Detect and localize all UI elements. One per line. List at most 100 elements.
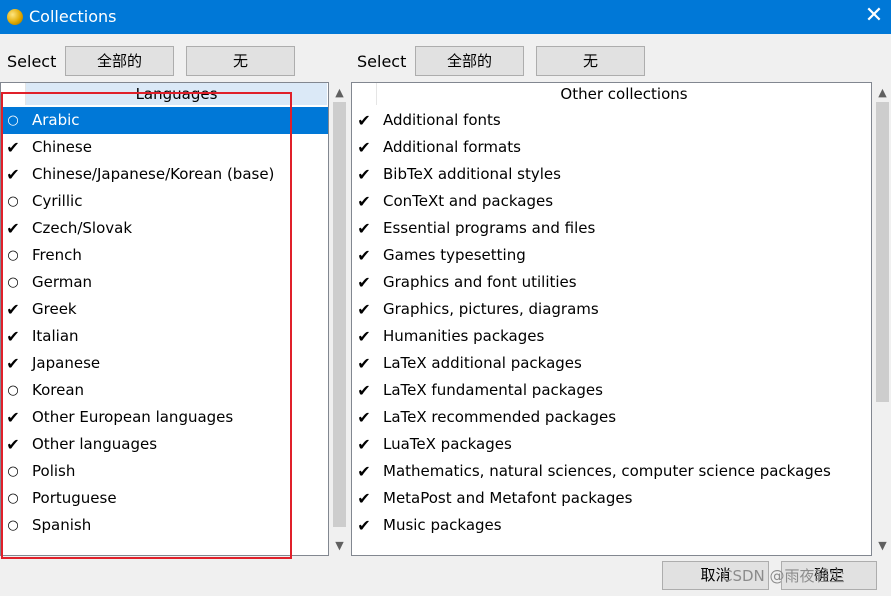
checkmark-icon[interactable]: ✔: [352, 215, 376, 242]
unchecked-circle-icon[interactable]: ○: [1, 458, 25, 485]
unchecked-circle-icon[interactable]: ○: [1, 242, 25, 269]
column-header-spacer: [1, 83, 26, 105]
unchecked-circle-icon[interactable]: ○: [1, 107, 25, 134]
language-item-label: Other European languages: [32, 408, 234, 426]
checkmark-icon[interactable]: ✔: [352, 161, 376, 188]
collection-item-row[interactable]: ✔ LaTeX additional packages: [352, 350, 871, 377]
collection-item-label: MetaPost and Metafont packages: [383, 489, 633, 507]
collection-item-row[interactable]: ✔ Graphics and font utilities: [352, 269, 871, 296]
language-item-label: German: [32, 273, 93, 291]
language-item-row[interactable]: ✔ Greek: [1, 296, 328, 323]
collection-item-label: LaTeX recommended packages: [383, 408, 617, 426]
language-item-row[interactable]: ✔ Czech/Slovak: [1, 215, 328, 242]
checkmark-icon[interactable]: ✔: [352, 269, 376, 296]
checkmark-icon[interactable]: ✔: [352, 431, 376, 458]
collection-item-row[interactable]: ✔ LaTeX recommended packages: [352, 404, 871, 431]
checkmark-icon[interactable]: ✔: [352, 134, 376, 161]
other-collections-listbox[interactable]: Other collections ✔ Additional fonts ✔ Addi…: [351, 82, 872, 556]
language-item-label: Portuguese: [32, 489, 117, 507]
collection-item-row[interactable]: ✔ Games typesetting: [352, 242, 871, 269]
collection-item-label: Essential programs and files: [383, 219, 596, 237]
scroll-up-icon[interactable]: ▲: [874, 84, 891, 101]
language-item-row[interactable]: ✔ Chinese: [1, 134, 328, 161]
scroll-down-icon[interactable]: ▼: [331, 537, 348, 554]
collection-item-row[interactable]: ✔ ConTeXt and packages: [352, 188, 871, 215]
scroll-up-icon[interactable]: ▲: [331, 84, 348, 101]
select-label-other: Select: [357, 52, 407, 71]
unchecked-circle-icon[interactable]: ○: [1, 188, 25, 215]
checkmark-icon[interactable]: ✔: [352, 350, 376, 377]
collection-item-label: LaTeX fundamental packages: [383, 381, 603, 399]
checkmark-icon[interactable]: ✔: [352, 485, 376, 512]
language-item-row[interactable]: ○ Polish: [1, 458, 328, 485]
checkmark-icon[interactable]: ✔: [352, 107, 376, 134]
checkmark-icon[interactable]: ✔: [352, 458, 376, 485]
unchecked-circle-icon[interactable]: ○: [1, 377, 25, 404]
select-none-languages-button[interactable]: 无: [186, 46, 295, 76]
collection-item-row[interactable]: ✔ LuaTeX packages: [352, 431, 871, 458]
checkmark-icon[interactable]: ✔: [1, 161, 25, 188]
checkmark-icon[interactable]: ✔: [1, 431, 25, 458]
collection-item-row[interactable]: ✔ BibTeX additional styles: [352, 161, 871, 188]
checkmark-icon[interactable]: ✔: [352, 188, 376, 215]
language-item-row[interactable]: ○ German: [1, 269, 328, 296]
other-collections-scroll-thumb[interactable]: [876, 102, 889, 402]
collection-item-label: Humanities packages: [383, 327, 545, 345]
language-item-row[interactable]: ○ Spanish: [1, 512, 328, 539]
languages-listbox[interactable]: Languages ○ Arabic ✔ Chinese ✔ Chinese/Japane…: [0, 82, 329, 556]
collection-item-row[interactable]: ✔ Graphics, pictures, diagrams: [352, 296, 871, 323]
watermark: CSDN @雨夜轻尘: [722, 567, 845, 585]
checkmark-icon[interactable]: ✔: [1, 323, 25, 350]
collection-item-row[interactable]: ✔ LaTeX fundamental packages: [352, 377, 871, 404]
checkmark-icon[interactable]: ✔: [352, 404, 376, 431]
language-item-label: Greek: [32, 300, 77, 318]
close-button[interactable]: ✕: [857, 0, 891, 34]
languages-scrollbar[interactable]: ▲ ▼: [331, 82, 348, 556]
other-collections-list: ✔ Additional fonts ✔ Additional formats ✔ Bib…: [352, 107, 871, 539]
checkmark-icon[interactable]: ✔: [1, 404, 25, 431]
checkmark-icon[interactable]: ✔: [352, 377, 376, 404]
collection-item-row[interactable]: ✔ MetaPost and Metafont packages: [352, 485, 871, 512]
language-item-row[interactable]: ✔ Italian: [1, 323, 328, 350]
language-item-label: Chinese: [32, 138, 92, 156]
checkmark-icon[interactable]: ✔: [352, 296, 376, 323]
checkmark-icon[interactable]: ✔: [1, 296, 25, 323]
languages-scroll-thumb[interactable]: [333, 102, 346, 527]
checkmark-icon[interactable]: ✔: [1, 350, 25, 377]
checkmark-icon[interactable]: ✔: [352, 242, 376, 269]
language-item-row[interactable]: ○ Cyrillic: [1, 188, 328, 215]
language-item-row[interactable]: ✔ Other European languages: [1, 404, 328, 431]
languages-list: ○ Arabic ✔ Chinese ✔ Chinese/Japanese/Korean …: [1, 107, 328, 539]
checkmark-icon[interactable]: ✔: [1, 215, 25, 242]
language-item-label: Chinese/Japanese/Korean (base): [32, 165, 275, 183]
checkmark-icon[interactable]: ✔: [352, 323, 376, 350]
language-item-row[interactable]: ✔ Other languages: [1, 431, 328, 458]
checkmark-icon[interactable]: ✔: [352, 512, 376, 539]
collection-item-row[interactable]: ✔ Additional formats: [352, 134, 871, 161]
scroll-down-icon[interactable]: ▼: [874, 537, 891, 554]
collection-item-row[interactable]: ✔ Humanities packages: [352, 323, 871, 350]
language-item-row[interactable]: ✔ Chinese/Japanese/Korean (base): [1, 161, 328, 188]
checkmark-icon[interactable]: ✔: [1, 134, 25, 161]
collection-item-row[interactable]: ✔ Music packages: [352, 512, 871, 539]
collection-item-row[interactable]: ✔ Mathematics, natural sciences, computer…: [352, 458, 871, 485]
unchecked-circle-icon[interactable]: ○: [1, 485, 25, 512]
window-title: Collections: [29, 7, 117, 26]
collection-item-row[interactable]: ✔ Additional fonts: [352, 107, 871, 134]
collection-item-label: Graphics, pictures, diagrams: [383, 300, 599, 318]
other-collections-scrollbar[interactable]: ▲ ▼: [874, 82, 891, 556]
languages-column-header[interactable]: Languages: [26, 83, 327, 105]
language-item-label: Czech/Slovak: [32, 219, 133, 237]
select-all-other-button[interactable]: 全部的: [415, 46, 524, 76]
other-collections-column-header[interactable]: Other collections: [377, 83, 871, 105]
collection-item-row[interactable]: ✔ Essential programs and files: [352, 215, 871, 242]
unchecked-circle-icon[interactable]: ○: [1, 269, 25, 296]
language-item-row[interactable]: ○ Arabic: [1, 107, 328, 134]
language-item-row[interactable]: ○ French: [1, 242, 328, 269]
unchecked-circle-icon[interactable]: ○: [1, 512, 25, 539]
language-item-row[interactable]: ✔ Japanese: [1, 350, 328, 377]
language-item-row[interactable]: ○ Portuguese: [1, 485, 328, 512]
language-item-row[interactable]: ○ Korean: [1, 377, 328, 404]
select-none-other-button[interactable]: 无: [536, 46, 645, 76]
select-all-languages-button[interactable]: 全部的: [65, 46, 174, 76]
